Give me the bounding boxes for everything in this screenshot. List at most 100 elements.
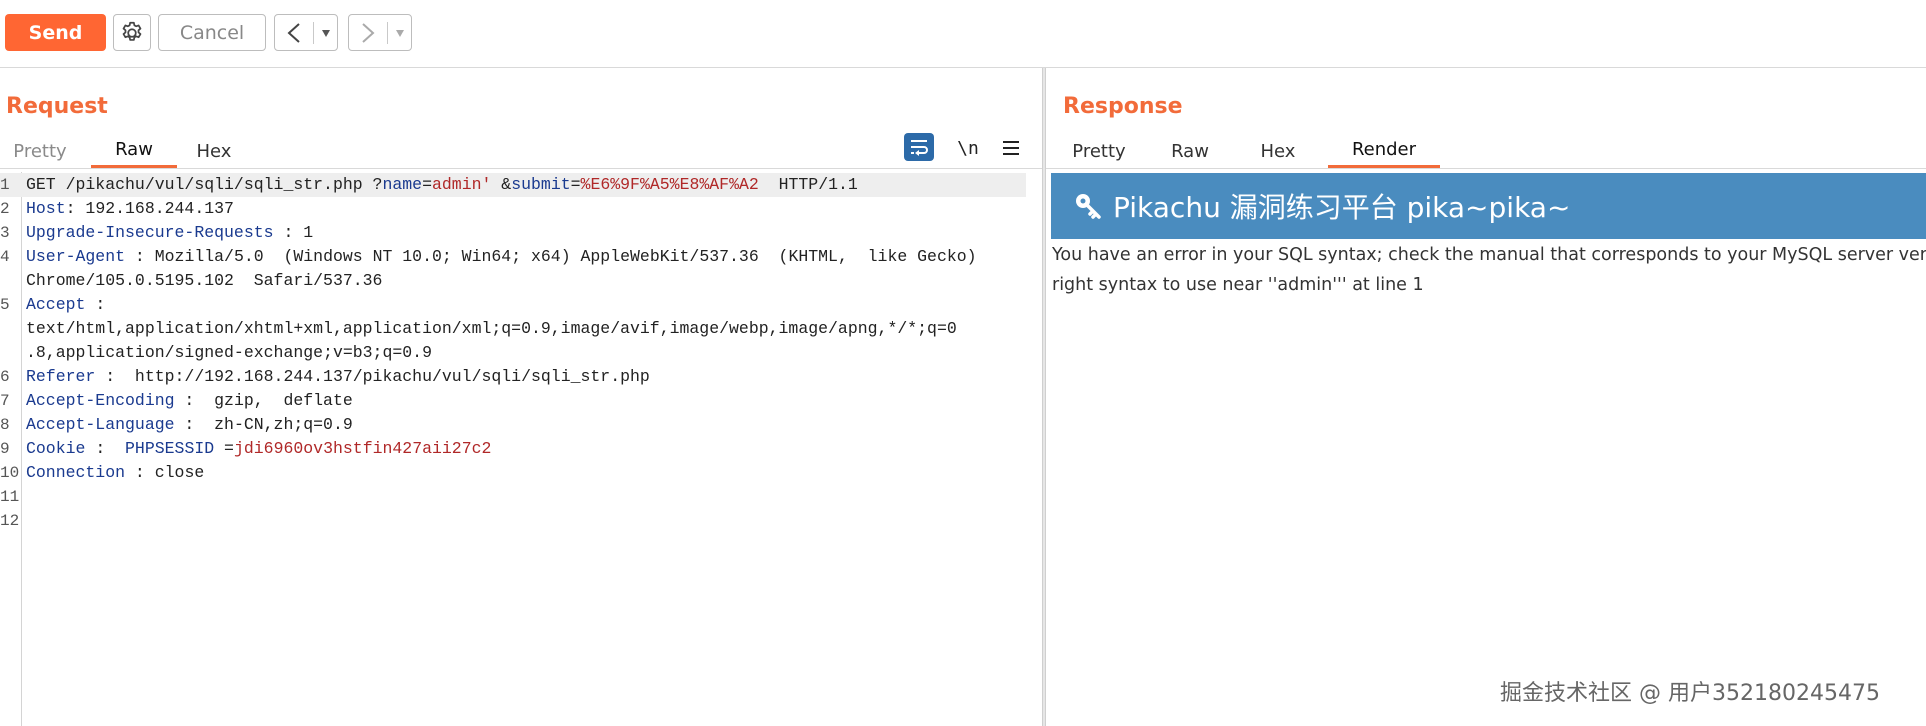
tab-response-pretty[interactable]: Pretty	[1054, 134, 1144, 168]
line-number: 7	[0, 392, 10, 410]
editor-line[interactable]: 10 Connection : close	[0, 461, 1040, 485]
panel-splitter[interactable]	[1042, 68, 1046, 726]
editor-line[interactable]: text/html,application/xhtml+xml,applicat…	[0, 317, 1040, 341]
code-value: jdi6960ov3hstfin427aii27c2	[233, 439, 492, 458]
forward-button[interactable]	[349, 15, 387, 50]
line-number: 6	[0, 368, 10, 386]
code-text: : gzip, deflate	[174, 391, 353, 410]
render-error-message: You have an error in your SQL syntax; ch…	[1052, 240, 1926, 300]
code-text: : 1	[273, 223, 314, 242]
line-number: 4	[0, 248, 10, 266]
code-key: User-Agent	[26, 247, 126, 266]
line-code: Chrome/105.0.5195.102 Safari/537.36	[26, 269, 382, 293]
request-panel-title: Request	[6, 94, 108, 119]
show-newlines-toggle[interactable]: \n	[953, 134, 983, 162]
line-number: 8	[0, 416, 10, 434]
tab-response-raw[interactable]: Raw	[1150, 134, 1230, 168]
code-key: PHPSESSID	[125, 439, 215, 458]
request-editor[interactable]: 1 GET /pikachu/vul/sqli/sqli_str.php ?nam…	[0, 173, 1040, 533]
render-error-line-2: right syntax to use near ''admin''' at l…	[1052, 275, 1424, 295]
code-text: =	[570, 175, 581, 194]
response-panel-title: Response	[1063, 94, 1183, 119]
request-options-menu[interactable]	[998, 134, 1024, 162]
line-code: Accept-Encoding : gzip, deflate	[26, 389, 353, 413]
watermark: 掘金技术社区 @ 用户352180245475	[1500, 681, 1880, 706]
line-code: Cookie : PHPSESSID =jdi6960ov3hstfin427a…	[26, 437, 491, 461]
line-number: 11	[0, 488, 20, 506]
code-key: Host	[26, 199, 66, 218]
code-text: text/html,application/xhtml+xml,applicat…	[26, 319, 957, 338]
forward-history-dropdown[interactable]	[388, 15, 411, 50]
word-wrap-toggle[interactable]	[904, 133, 934, 161]
editor-line[interactable]: 12	[0, 509, 1040, 533]
request-tab-divider	[0, 168, 1042, 169]
editor-line[interactable]: 8 Accept-Language : zh-CN,zh;q=0.9	[0, 413, 1040, 437]
code-text: HTTP/1.1	[758, 175, 858, 194]
code-key: Accept-Language	[26, 415, 175, 434]
code-key: Accept-Encoding	[26, 391, 175, 410]
tab-response-hex[interactable]: Hex	[1242, 134, 1314, 168]
code-text: =	[214, 439, 234, 458]
code-value: admin'	[431, 175, 492, 194]
chevron-right-icon	[362, 22, 375, 43]
back-button[interactable]	[275, 15, 313, 50]
line-code: Connection : close	[26, 461, 204, 485]
back-nav-group	[274, 14, 338, 51]
key-icon	[1071, 189, 1105, 223]
code-key: Cookie	[26, 439, 86, 458]
code-text: .8,application/signed-exchange;v=b3;q=0.…	[26, 343, 432, 362]
code-key: Upgrade-Insecure-Requests	[26, 223, 274, 242]
code-text: :	[85, 295, 106, 314]
code-text: Chrome/105.0.5195.102 Safari/537.36	[26, 271, 383, 290]
editor-line[interactable]: 11	[0, 485, 1040, 509]
request-tabs: Pretty Raw Hex	[0, 134, 246, 168]
cancel-button[interactable]: Cancel	[158, 14, 266, 51]
send-button[interactable]: Send	[5, 14, 106, 51]
settings-button[interactable]	[113, 14, 151, 51]
line-number: 1	[0, 176, 10, 194]
line-code: Upgrade-Insecure-Requests : 1	[26, 221, 313, 245]
editor-line[interactable]: 9 Cookie : PHPSESSID =jdi6960ov3hstfin427…	[0, 437, 1040, 461]
word-wrap-icon	[911, 140, 928, 156]
line-code: Accept-Language : zh-CN,zh;q=0.9	[26, 413, 353, 437]
tab-request-pretty[interactable]: Pretty	[0, 134, 80, 168]
tab-request-raw[interactable]: Raw	[91, 134, 177, 168]
line-number: 10	[0, 464, 20, 482]
code-key: name	[382, 175, 423, 194]
line-number: 9	[0, 440, 10, 458]
render-page-banner: Pikachu 漏洞练习平台 pika~pika~	[1051, 173, 1926, 239]
response-tab-divider	[1046, 168, 1926, 169]
code-text: :	[85, 439, 126, 458]
editor-line[interactable]: 4 User-Agent : Mozilla/5.0 (Windows NT 10…	[0, 245, 1040, 269]
back-history-dropdown[interactable]	[314, 15, 337, 50]
response-tabs: Pretty Raw Hex Render	[1054, 134, 1440, 168]
tab-request-hex[interactable]: Hex	[182, 134, 246, 168]
forward-nav-group	[348, 14, 412, 51]
line-code: Referer : http://192.168.244.137/pikachu…	[26, 365, 650, 389]
caret-down-icon	[395, 29, 404, 37]
render-banner-title: Pikachu 漏洞练习平台 pika~pika~	[1113, 191, 1571, 224]
hamburger-menu-icon	[1003, 141, 1019, 155]
editor-line[interactable]: 5 Accept :	[0, 293, 1040, 317]
code-key: Accept	[26, 295, 86, 314]
editor-line[interactable]: .8,application/signed-exchange;v=b3;q=0.…	[0, 341, 1040, 365]
code-text: : close	[125, 463, 205, 482]
code-text: &	[491, 175, 512, 194]
editor-line[interactable]: 2 Host: 192.168.244.137	[0, 197, 1040, 221]
code-key: Referer	[26, 367, 96, 386]
editor-line[interactable]: 3 Upgrade-Insecure-Requests : 1	[0, 221, 1040, 245]
code-text: : Mozilla/5.0 (Windows NT 10.0; Win64; x…	[125, 247, 977, 266]
line-code: GET /pikachu/vul/sqli/sqli_str.php ?name…	[26, 173, 858, 197]
editor-line[interactable]: 1 GET /pikachu/vul/sqli/sqli_str.php ?nam…	[0, 173, 1026, 197]
tab-response-render[interactable]: Render	[1328, 134, 1440, 168]
editor-line[interactable]: Chrome/105.0.5195.102 Safari/537.36	[0, 269, 1040, 293]
editor-line[interactable]: 7 Accept-Encoding : gzip, deflate	[0, 389, 1040, 413]
code-text: : http://192.168.244.137/pikachu/vul/sql…	[95, 367, 650, 386]
code-text: : zh-CN,zh;q=0.9	[174, 415, 353, 434]
gear-icon	[122, 21, 142, 41]
code-text: =	[422, 175, 432, 194]
editor-line[interactable]: 6 Referer : http://192.168.244.137/pikach…	[0, 365, 1040, 389]
line-code: Accept :	[26, 293, 105, 317]
line-code: text/html,application/xhtml+xml,applicat…	[26, 317, 957, 341]
code-key: Connection	[26, 463, 126, 482]
